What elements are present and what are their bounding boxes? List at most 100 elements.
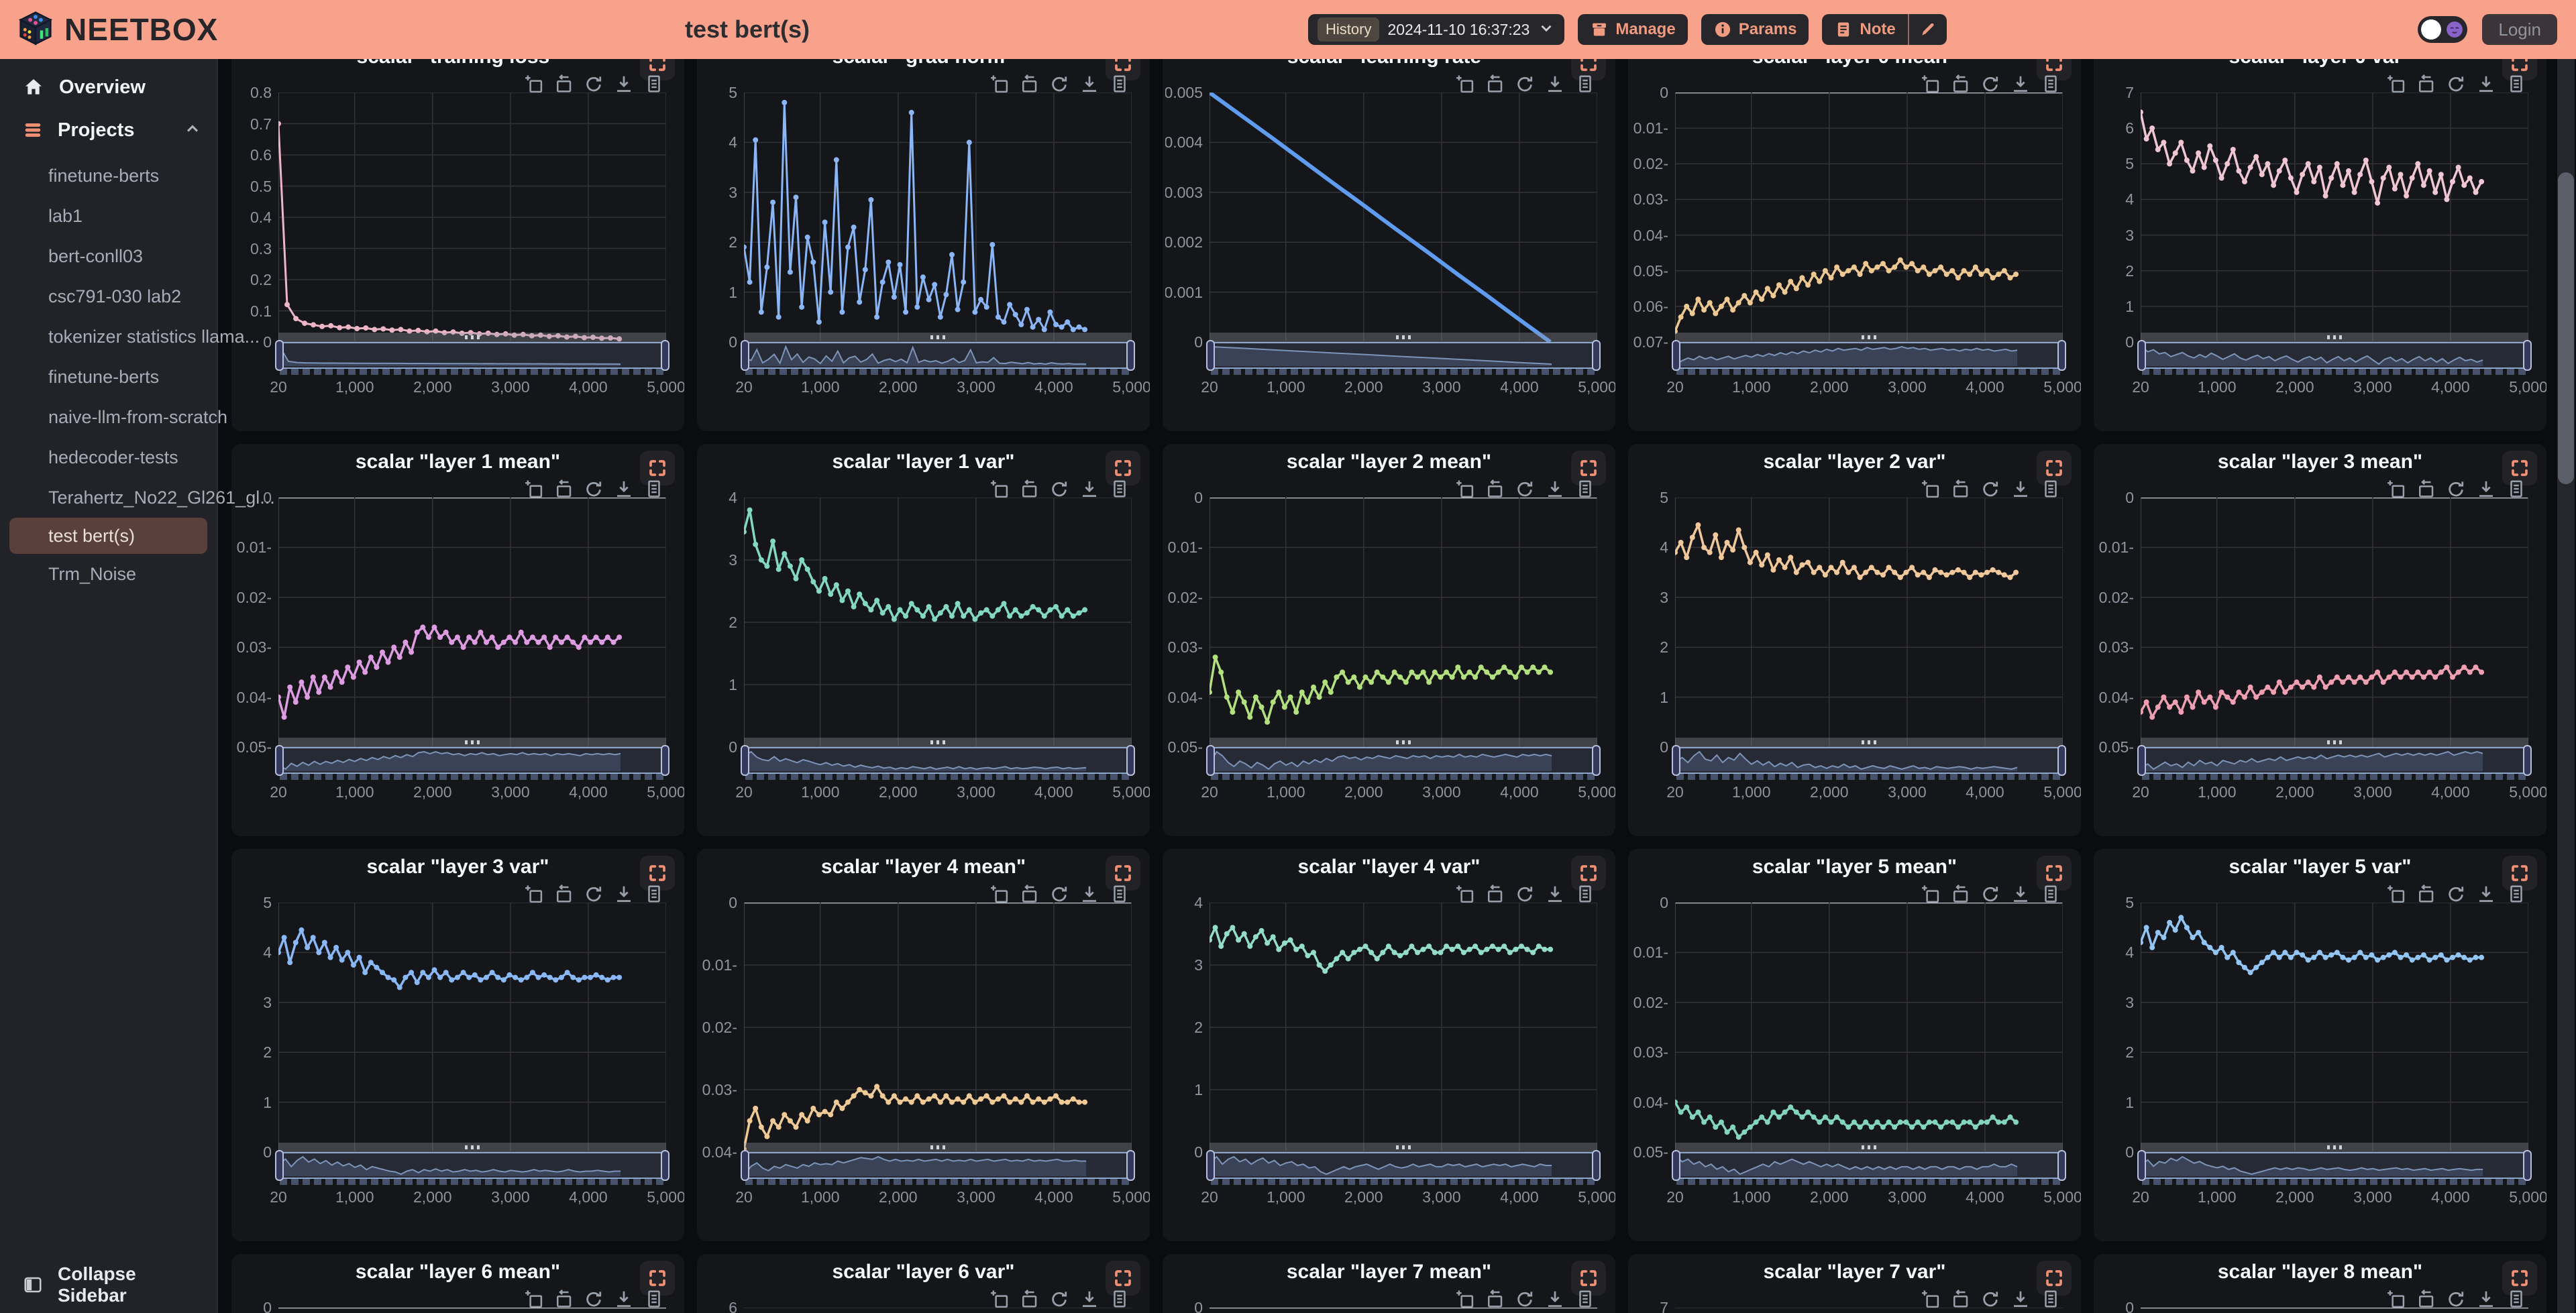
- datazoom-icon[interactable]: [989, 479, 1009, 499]
- datazoom-icon[interactable]: [1454, 74, 1474, 94]
- restore-icon[interactable]: [1515, 479, 1535, 499]
- datazoom-icon[interactable]: [989, 884, 1009, 904]
- datazoom-band[interactable]: [278, 747, 666, 774]
- sidebar-project-item[interactable]: hedecoder-tests: [0, 437, 217, 477]
- datazoom-handle-right[interactable]: [1592, 1150, 1601, 1181]
- datazoom-icon[interactable]: [1920, 884, 1940, 904]
- login-button[interactable]: Login: [2482, 14, 2557, 45]
- datazoom-band[interactable]: [1210, 1152, 1597, 1179]
- data-view-icon[interactable]: [2506, 1289, 2526, 1309]
- datazoom-icon[interactable]: [1454, 1289, 1474, 1309]
- data-view-icon[interactable]: [1575, 74, 1595, 94]
- save-image-icon[interactable]: [1079, 1289, 1099, 1309]
- datazoom-handle-right[interactable]: [2523, 1150, 2532, 1181]
- datazoom-icon[interactable]: [523, 479, 543, 499]
- restore-icon[interactable]: [2446, 479, 2466, 499]
- data-view-icon[interactable]: [644, 1289, 664, 1309]
- restore-icon[interactable]: [1980, 884, 2000, 904]
- data-view-icon[interactable]: [2041, 479, 2061, 499]
- restore-icon[interactable]: [584, 74, 604, 94]
- datazoom-handle-left[interactable]: [2137, 340, 2146, 371]
- save-image-icon[interactable]: [614, 884, 634, 904]
- page-scrollbar[interactable]: [2557, 59, 2575, 1313]
- datazoom-band[interactable]: [1675, 747, 2063, 774]
- sidebar-project-item[interactable]: Terahertz_No22_Gl261_gl...: [0, 477, 217, 518]
- datazoom-grip[interactable]: [1210, 333, 1597, 342]
- zoom-reset-icon[interactable]: [1485, 479, 1505, 499]
- datazoom-handle-right[interactable]: [2057, 745, 2066, 776]
- datazoom-band[interactable]: [744, 747, 1132, 774]
- sidebar-project-item[interactable]: Trm_Noise: [0, 554, 217, 594]
- datazoom-handle-left[interactable]: [1672, 1150, 1680, 1181]
- sidebar-project-item[interactable]: lab1: [0, 196, 217, 236]
- save-image-icon[interactable]: [1545, 479, 1565, 499]
- datazoom-band[interactable]: [1210, 747, 1597, 774]
- data-view-icon[interactable]: [1110, 1289, 1130, 1309]
- datazoom-handle-left[interactable]: [1206, 340, 1215, 371]
- restore-icon[interactable]: [1515, 1289, 1535, 1309]
- sidebar-project-item[interactable]: csc791-030 lab2: [0, 276, 217, 317]
- zoom-reset-icon[interactable]: [553, 479, 574, 499]
- datazoom-handle-left[interactable]: [741, 340, 749, 371]
- datazoom-handle-left[interactable]: [1206, 745, 1215, 776]
- data-view-icon[interactable]: [644, 884, 664, 904]
- datazoom-grip[interactable]: [2141, 333, 2528, 342]
- datazoom-grip[interactable]: [1675, 333, 2063, 342]
- datazoom-grip[interactable]: [1210, 738, 1597, 747]
- save-image-icon[interactable]: [1545, 884, 1565, 904]
- datazoom-grip[interactable]: [2141, 738, 2528, 747]
- datazoom-icon[interactable]: [2385, 74, 2406, 94]
- zoom-reset-icon[interactable]: [1485, 1289, 1505, 1309]
- data-view-icon[interactable]: [2506, 479, 2526, 499]
- restore-icon[interactable]: [2446, 74, 2466, 94]
- datazoom-handle-right[interactable]: [661, 340, 669, 371]
- datazoom-handle-right[interactable]: [2057, 1150, 2066, 1181]
- restore-icon[interactable]: [2446, 1289, 2466, 1309]
- save-image-icon[interactable]: [2476, 1289, 2496, 1309]
- zoom-reset-icon[interactable]: [553, 74, 574, 94]
- zoom-reset-icon[interactable]: [2416, 74, 2436, 94]
- sidebar-project-item[interactable]: finetune-berts: [0, 357, 217, 397]
- zoom-reset-icon[interactable]: [553, 884, 574, 904]
- save-image-icon[interactable]: [2010, 74, 2031, 94]
- datazoom-grip[interactable]: [744, 333, 1132, 342]
- datazoom-icon[interactable]: [523, 74, 543, 94]
- datazoom-handle-left[interactable]: [741, 1150, 749, 1181]
- datazoom-grip[interactable]: [744, 738, 1132, 747]
- datazoom-handle-left[interactable]: [2137, 1150, 2146, 1181]
- data-view-icon[interactable]: [2506, 74, 2526, 94]
- datazoom-handle-left[interactable]: [1672, 340, 1680, 371]
- datazoom-icon[interactable]: [2385, 479, 2406, 499]
- save-image-icon[interactable]: [2010, 884, 2031, 904]
- datazoom-grip[interactable]: [278, 738, 666, 747]
- datazoom-band[interactable]: [1675, 342, 2063, 369]
- datazoom-icon[interactable]: [2385, 884, 2406, 904]
- sidebar-item-overview[interactable]: Overview: [0, 68, 217, 106]
- datazoom-handle-left[interactable]: [2137, 745, 2146, 776]
- datazoom-handle-left[interactable]: [1206, 1150, 1215, 1181]
- datazoom-grip[interactable]: [278, 1143, 666, 1152]
- sidebar-group-projects[interactable]: Projects: [0, 111, 217, 149]
- datazoom-grip[interactable]: [1675, 738, 2063, 747]
- save-image-icon[interactable]: [1079, 479, 1099, 499]
- datazoom-handle-right[interactable]: [2523, 745, 2532, 776]
- data-view-icon[interactable]: [1110, 479, 1130, 499]
- datazoom-band[interactable]: [2141, 747, 2528, 774]
- datazoom-handle-right[interactable]: [2523, 340, 2532, 371]
- datazoom-grip[interactable]: [278, 333, 666, 342]
- zoom-reset-icon[interactable]: [1019, 884, 1039, 904]
- datazoom-handle-left[interactable]: [275, 1150, 284, 1181]
- restore-icon[interactable]: [1980, 74, 2000, 94]
- save-image-icon[interactable]: [1545, 1289, 1565, 1309]
- zoom-reset-icon[interactable]: [2416, 1289, 2436, 1309]
- datazoom-handle-right[interactable]: [1592, 745, 1601, 776]
- save-image-icon[interactable]: [614, 74, 634, 94]
- restore-icon[interactable]: [1980, 479, 2000, 499]
- save-image-icon[interactable]: [2476, 74, 2496, 94]
- data-view-icon[interactable]: [1110, 74, 1130, 94]
- datazoom-band[interactable]: [278, 1152, 666, 1179]
- data-view-icon[interactable]: [644, 74, 664, 94]
- sidebar-project-item[interactable]: bert-conll03: [0, 236, 217, 276]
- datazoom-icon[interactable]: [989, 1289, 1009, 1309]
- datazoom-handle-right[interactable]: [1126, 745, 1135, 776]
